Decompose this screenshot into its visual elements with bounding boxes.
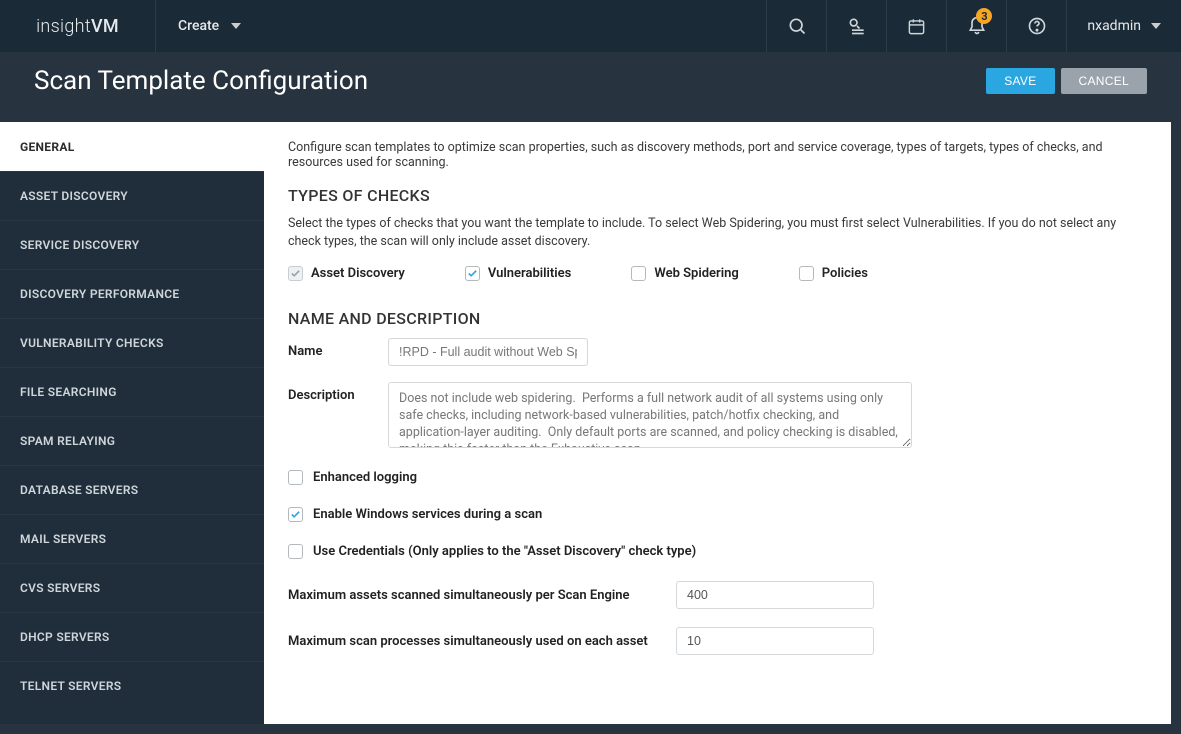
max-assets-label: Maximum assets scanned simultaneously pe…	[288, 588, 676, 603]
logo-bold: VM	[91, 16, 119, 37]
name-input[interactable]	[388, 338, 588, 366]
name-label: Name	[288, 338, 388, 359]
create-menu[interactable]: Create	[155, 0, 263, 52]
sidebar-item-telnet-servers[interactable]: TELNET SERVERS	[0, 661, 264, 710]
checkbox-enable-windows[interactable]	[288, 507, 303, 522]
description-row: Description	[288, 382, 1147, 448]
page-title: Scan Template Configuration	[34, 66, 986, 96]
sidebar-item-spam-relaying[interactable]: SPAM RELAYING	[0, 416, 264, 465]
save-button[interactable]: SAVE	[986, 68, 1054, 94]
check-policies-label: Policies	[822, 266, 868, 281]
checkbox-asset-discovery[interactable]	[288, 266, 303, 281]
check-policies: Policies	[799, 266, 868, 281]
intro-text: Configure scan templates to optimize sca…	[288, 140, 1147, 170]
check-web-spidering: Web Spidering	[631, 266, 738, 281]
checkbox-use-credentials[interactable]	[288, 544, 303, 559]
username: nxadmin	[1087, 18, 1141, 34]
use-credentials-row: Use Credentials (Only applies to the "As…	[288, 544, 1147, 559]
sidebar-item-asset-discovery[interactable]: ASSET DISCOVERY	[0, 171, 264, 220]
check-asset-discovery: Asset Discovery	[288, 266, 405, 281]
calendar-icon[interactable]	[886, 0, 946, 52]
sidebar: GENERAL ASSET DISCOVERY SERVICE DISCOVER…	[0, 122, 264, 724]
types-heading: TYPES OF CHECKS	[288, 186, 1147, 205]
max-assets-input[interactable]	[676, 581, 874, 609]
enhanced-logging-label: Enhanced logging	[313, 470, 417, 485]
sidebar-item-discovery-performance[interactable]: DISCOVERY PERFORMANCE	[0, 269, 264, 318]
max-assets-row: Maximum assets scanned simultaneously pe…	[288, 581, 1147, 609]
check-asset-discovery-label: Asset Discovery	[311, 266, 405, 281]
check-web-spidering-label: Web Spidering	[654, 266, 738, 281]
name-row: Name	[288, 338, 1147, 366]
check-vulnerabilities-label: Vulnerabilities	[488, 266, 571, 281]
notification-badge: 3	[976, 8, 992, 24]
app-logo: insightVM	[0, 16, 155, 37]
description-textarea[interactable]	[388, 382, 912, 448]
max-procs-input[interactable]	[676, 627, 874, 655]
sidebar-item-database-servers[interactable]: DATABASE SERVERS	[0, 465, 264, 514]
types-description: Select the types of checks that you want…	[288, 215, 1147, 250]
top-bar: insightVM Create 3 nxadmin	[0, 0, 1181, 52]
sidebar-item-dhcp-servers[interactable]: DHCP SERVERS	[0, 612, 264, 661]
sidebar-item-general[interactable]: GENERAL	[0, 122, 264, 171]
sidebar-item-service-discovery[interactable]: SERVICE DISCOVERY	[0, 220, 264, 269]
description-label: Description	[288, 382, 388, 403]
name-desc-heading: NAME AND DESCRIPTION	[288, 309, 1147, 328]
checkbox-vulnerabilities[interactable]	[465, 266, 480, 281]
enable-windows-label: Enable Windows services during a scan	[313, 507, 542, 522]
create-label: Create	[178, 18, 219, 34]
notifications-icon[interactable]: 3	[946, 0, 1006, 52]
cancel-button[interactable]: CANCEL	[1061, 68, 1147, 94]
checkbox-policies[interactable]	[799, 266, 814, 281]
enhanced-logging-row: Enhanced logging	[288, 470, 1147, 485]
checkbox-enhanced-logging[interactable]	[288, 470, 303, 485]
sidebar-item-cvs-servers[interactable]: CVS SERVERS	[0, 563, 264, 612]
sidebar-item-mail-servers[interactable]: MAIL SERVERS	[0, 514, 264, 563]
logo-thin: insight	[36, 16, 91, 37]
sidebar-item-file-searching[interactable]: FILE SEARCHING	[0, 367, 264, 416]
chevron-down-icon	[1151, 23, 1161, 29]
max-procs-label: Maximum scan processes simultaneously us…	[288, 634, 676, 649]
help-icon[interactable]	[1006, 0, 1066, 52]
filter-search-icon[interactable]	[826, 0, 886, 52]
body-wrap: GENERAL ASSET DISCOVERY SERVICE DISCOVER…	[0, 122, 1181, 734]
page-header: Scan Template Configuration SAVE CANCEL	[0, 52, 1181, 122]
content-panel: Configure scan templates to optimize sca…	[264, 122, 1171, 724]
checkbox-web-spidering[interactable]	[631, 266, 646, 281]
enable-windows-row: Enable Windows services during a scan	[288, 507, 1147, 522]
chevron-down-icon	[231, 23, 241, 29]
check-vulnerabilities: Vulnerabilities	[465, 266, 571, 281]
sidebar-item-vulnerability-checks[interactable]: VULNERABILITY CHECKS	[0, 318, 264, 367]
search-icon[interactable]	[766, 0, 826, 52]
use-credentials-label: Use Credentials (Only applies to the "As…	[313, 544, 696, 559]
max-procs-row: Maximum scan processes simultaneously us…	[288, 627, 1147, 655]
user-menu[interactable]: nxadmin	[1066, 0, 1181, 52]
check-type-row: Asset Discovery Vulnerabilities Web Spid…	[288, 266, 1147, 281]
